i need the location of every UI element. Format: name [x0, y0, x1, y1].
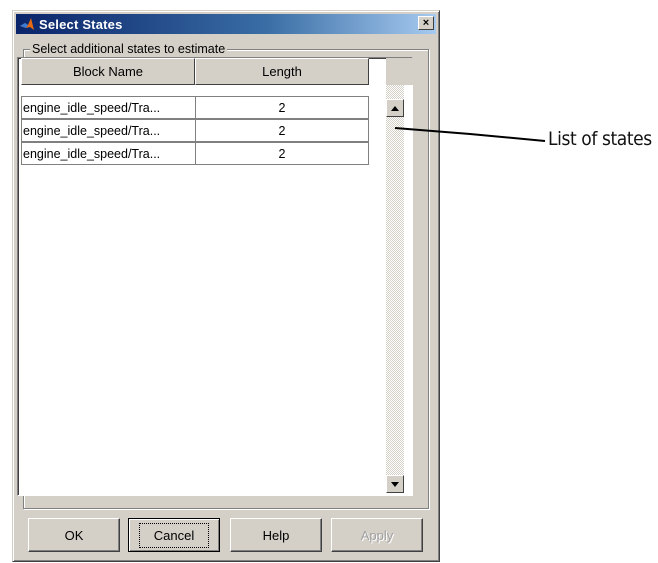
callout-line — [394, 127, 546, 142]
callout-label: List of states — [548, 128, 652, 150]
